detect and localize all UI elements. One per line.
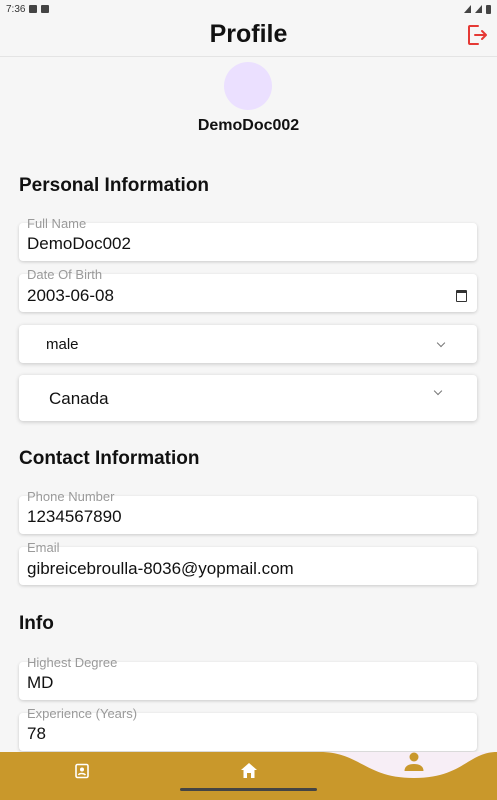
- country-value: Canada: [49, 389, 109, 408]
- app-bar: Profile: [0, 18, 497, 57]
- calendar-icon[interactable]: [456, 290, 467, 302]
- date-of-birth-field[interactable]: Date Of Birth 2003-06-08: [19, 267, 477, 312]
- home-icon[interactable]: [240, 762, 258, 779]
- date-of-birth-value: 2003-06-08: [27, 286, 114, 305]
- highest-degree-label: Highest Degree: [27, 655, 118, 670]
- gender-value: male: [46, 336, 79, 353]
- contacts-book-icon[interactable]: [74, 763, 90, 779]
- experience-field[interactable]: Experience (Years) 78: [19, 706, 477, 751]
- sim-icon: [41, 5, 50, 13]
- full-name-label: Full Name: [27, 216, 87, 231]
- gesture-bar[interactable]: [180, 788, 317, 791]
- full-name-field[interactable]: Full Name DemoDoc002: [19, 216, 477, 261]
- shield-icon: [29, 5, 38, 13]
- highest-degree-value: MD: [27, 673, 54, 692]
- country-select[interactable]: Canada: [19, 375, 477, 421]
- date-of-birth-label: Date Of Birth: [27, 267, 103, 282]
- battery-icon: [486, 4, 491, 14]
- full-name-value: DemoDoc002: [27, 234, 131, 253]
- phone-number-label: Phone Number: [27, 489, 115, 504]
- status-time: 7:36: [6, 3, 26, 15]
- profile-username: DemoDoc002: [197, 117, 300, 134]
- avatar[interactable]: [224, 62, 272, 110]
- info-heading: Info: [19, 613, 54, 634]
- experience-label: Experience (Years): [27, 706, 138, 721]
- experience-value: 78: [27, 724, 46, 743]
- email-value: gibreicebroulla-8036@yopmail.com: [27, 559, 294, 578]
- chevron-down-icon: [433, 386, 443, 396]
- page-title: Profile: [209, 20, 288, 48]
- contact-info-heading: Contact Information: [19, 448, 200, 469]
- email-field[interactable]: Email gibreicebroulla-8036@yopmail.com: [19, 540, 477, 585]
- gender-select[interactable]: male: [19, 325, 477, 363]
- wifi-icon: [464, 5, 471, 13]
- highest-degree-field[interactable]: Highest Degree MD: [19, 655, 477, 700]
- logout-icon[interactable]: [465, 23, 489, 47]
- bottom-nav: [0, 752, 497, 800]
- person-icon[interactable]: [403, 752, 425, 772]
- phone-number-field[interactable]: Phone Number 1234567890: [19, 489, 477, 534]
- status-bar: 7:36: [0, 0, 497, 18]
- signal-icon: [475, 5, 482, 13]
- phone-number-value: 1234567890: [27, 507, 122, 526]
- chevron-down-icon: [436, 338, 446, 348]
- email-label: Email: [27, 540, 60, 555]
- personal-info-heading: Personal Information: [19, 175, 210, 196]
